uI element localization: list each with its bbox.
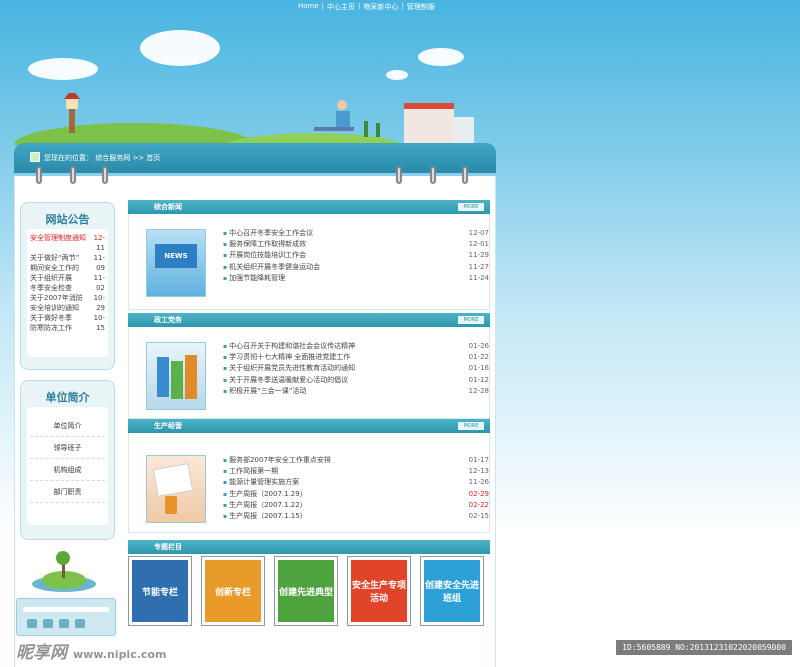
list-item[interactable]: 机关组织开展冬季健身运动会11-27 xyxy=(223,262,489,273)
breadcrumb: 您现在的位置： 综合服务网 >> 首页 xyxy=(44,154,161,162)
news-screen-icon: NEWS xyxy=(155,244,197,268)
special-tile[interactable]: 安全生产专项活动 xyxy=(347,556,411,626)
stop-icon[interactable] xyxy=(59,619,69,628)
section-title: 专题栏目 xyxy=(154,543,182,551)
special-tile[interactable]: 创建先进典型 xyxy=(274,556,338,626)
ring-icon xyxy=(430,166,436,184)
list-item[interactable]: 能源计量管理实施方案11-26 xyxy=(223,477,489,488)
list-item[interactable]: 服务保障工作取得新成效12-01 xyxy=(223,239,489,250)
volume-icon[interactable] xyxy=(75,619,85,628)
book-icon xyxy=(171,361,183,399)
media-player xyxy=(16,598,116,636)
cloud-decoration xyxy=(418,48,464,66)
specials-tiles: 节能专栏 创新专栏 创建先进典型 安全生产专项活动 创建安全先进班组 xyxy=(128,556,484,626)
nav-center-home[interactable]: 中心主页 xyxy=(327,2,355,12)
unit-item-duties[interactable]: 部门职责 xyxy=(30,481,105,503)
notice-item[interactable]: 安全培训的通知 29 xyxy=(30,303,105,313)
section-specials-header: 专题栏目 xyxy=(128,540,490,554)
document-icon xyxy=(152,463,194,497)
nav-separator: | xyxy=(358,2,361,10)
list-item[interactable]: 服务部2007年安全工作重点安排01-17 xyxy=(223,455,489,466)
list-item[interactable]: 开展岗位技能培训工作会11-29 xyxy=(223,250,489,261)
list-item[interactable]: 中心召开冬季安全工作会议12-07 xyxy=(223,228,489,239)
list-item[interactable]: 生产周报（2007.1.15）02-15 xyxy=(223,511,489,522)
notice-item[interactable]: 安全管理制度通知 12- xyxy=(30,233,105,243)
more-button[interactable]: MORE xyxy=(458,316,484,324)
section-production: 服务部2007年安全工作重点安排01-17 工作简报第一期12-13 能源计量管… xyxy=(128,433,490,533)
books-thumbnail xyxy=(146,342,206,410)
list-item[interactable]: 工作简报第一期12-13 xyxy=(223,466,489,477)
book-icon xyxy=(157,357,169,397)
party-list: 中心召开关于构建和谐社会会议传达精神01-26 学习贯彻十七大精神 全面推进党建… xyxy=(223,341,489,397)
cloud-decoration xyxy=(140,30,220,66)
cup-icon xyxy=(165,496,177,514)
production-list: 服务部2007年安全工作重点安排01-17 工作简报第一期12-13 能源计量管… xyxy=(223,455,489,522)
notice-item[interactable]: 冬季安全检查 02 xyxy=(30,283,105,293)
special-tile[interactable]: 创建安全先进班组 xyxy=(420,556,484,626)
unit-item-structure[interactable]: 机构组成 xyxy=(30,459,105,481)
section-title: 生产经营 xyxy=(154,422,182,430)
section-title: 综合新闻 xyxy=(154,203,182,211)
notice-item[interactable]: 关于做好“两节” 11- xyxy=(30,253,105,263)
nav-home[interactable]: Home xyxy=(298,2,319,12)
unit-panel: 单位简介 单位简介 领导班子 机构组成 部门职责 xyxy=(20,380,115,540)
section-party: 中心召开关于构建和谐社会会议传达精神01-26 学习贯彻十七大精神 全面推进党建… xyxy=(128,327,490,419)
news-list: 中心召开冬季安全工作会议12-07 服务保障工作取得新成效12-01 开展岗位技… xyxy=(223,228,489,284)
list-item[interactable]: 生产周报（2007.1.22）02-22 xyxy=(223,500,489,511)
nav-separator: | xyxy=(401,2,404,10)
home-icon xyxy=(30,152,40,162)
binder-rings xyxy=(14,166,496,186)
unit-item-intro[interactable]: 单位简介 xyxy=(30,415,105,437)
section-news: NEWS 中心召开冬季安全工作会议12-07 服务保障工作取得新成效12-01 … xyxy=(128,214,490,310)
list-item[interactable]: 中心召开关于构建和谐社会会议传达精神01-26 xyxy=(223,341,489,352)
unit-title: 单位简介 xyxy=(45,391,90,404)
player-progress-bar[interactable] xyxy=(23,607,109,612)
unit-list: 单位简介 领导班子 机构组成 部门职责 xyxy=(27,407,108,525)
island-decoration xyxy=(32,551,96,592)
documents-thumbnail xyxy=(146,455,206,523)
section-news-header: 综合新闻 MORE xyxy=(128,200,490,214)
ring-icon xyxy=(36,166,42,184)
notice-title: 网站公告 xyxy=(45,213,90,226)
top-nav: Home | 中心主页 | 物采新中心 | 管理制服 xyxy=(298,2,435,12)
special-tile[interactable]: 创新专栏 xyxy=(201,556,265,626)
unit-item-leaders[interactable]: 领导班子 xyxy=(30,437,105,459)
cloud-decoration xyxy=(28,58,98,80)
ring-icon xyxy=(70,166,76,184)
cloud-decoration xyxy=(386,70,408,80)
header-banner xyxy=(14,93,474,145)
nav-separator: | xyxy=(321,2,325,10)
pause-icon[interactable] xyxy=(43,619,53,628)
notice-item[interactable]: 关于做好冬季 10- xyxy=(30,313,105,323)
list-item[interactable]: 关于组织开展党员先进性教育活动的通知01-16 xyxy=(223,363,489,374)
watermark-id: ID:5605889 NO:20131231022020059000 xyxy=(616,640,792,655)
notice-panel: 网站公告 安全管理制度通知 12- 11 关于做好“两节” 11- 期间安全工作的 0… xyxy=(20,202,115,370)
list-item[interactable]: 积极开展“三会一课”活动12-28 xyxy=(223,386,489,397)
notice-item[interactable]: 防寒防冻工作 15 xyxy=(30,323,105,333)
section-party-header: 政工党务 MORE xyxy=(128,313,490,327)
more-button[interactable]: MORE xyxy=(458,422,484,430)
nav-purchase[interactable]: 物采新中心 xyxy=(363,2,398,12)
special-tile[interactable]: 节能专栏 xyxy=(128,556,192,626)
ring-icon xyxy=(462,166,468,184)
notice-list: 安全管理制度通知 12- 11 关于做好“两节” 11- 期间安全工作的 09 关于组… xyxy=(27,229,108,357)
list-item[interactable]: 关于开展冬季送温暖献爱心活动的倡议01-12 xyxy=(223,375,489,386)
list-item[interactable]: 加强节能降耗管理11-24 xyxy=(223,273,489,284)
notice-item[interactable]: 关于组织开展 11- xyxy=(30,273,105,283)
watermark-logo: 昵享网 www.nipic.com xyxy=(16,643,167,663)
ring-icon xyxy=(102,166,108,184)
notice-item[interactable]: 关于2007年消防 10- xyxy=(30,293,105,303)
ring-icon xyxy=(396,166,402,184)
news-thumbnail: NEWS xyxy=(146,229,206,297)
list-item[interactable]: 学习贯彻十七大精神 全面推进党建工作01-22 xyxy=(223,352,489,363)
notice-item: 11 xyxy=(96,244,105,252)
section-title: 政工党务 xyxy=(154,316,182,324)
nav-management[interactable]: 管理制服 xyxy=(407,2,435,12)
section-production-header: 生产经营 MORE xyxy=(128,419,490,433)
list-item[interactable]: 生产周报（2007.1.29）02-29 xyxy=(223,489,489,500)
book-icon xyxy=(185,355,197,399)
play-icon[interactable] xyxy=(27,619,37,628)
more-button[interactable]: MORE xyxy=(458,203,484,211)
notice-item[interactable]: 期间安全工作的 09 xyxy=(30,263,105,273)
